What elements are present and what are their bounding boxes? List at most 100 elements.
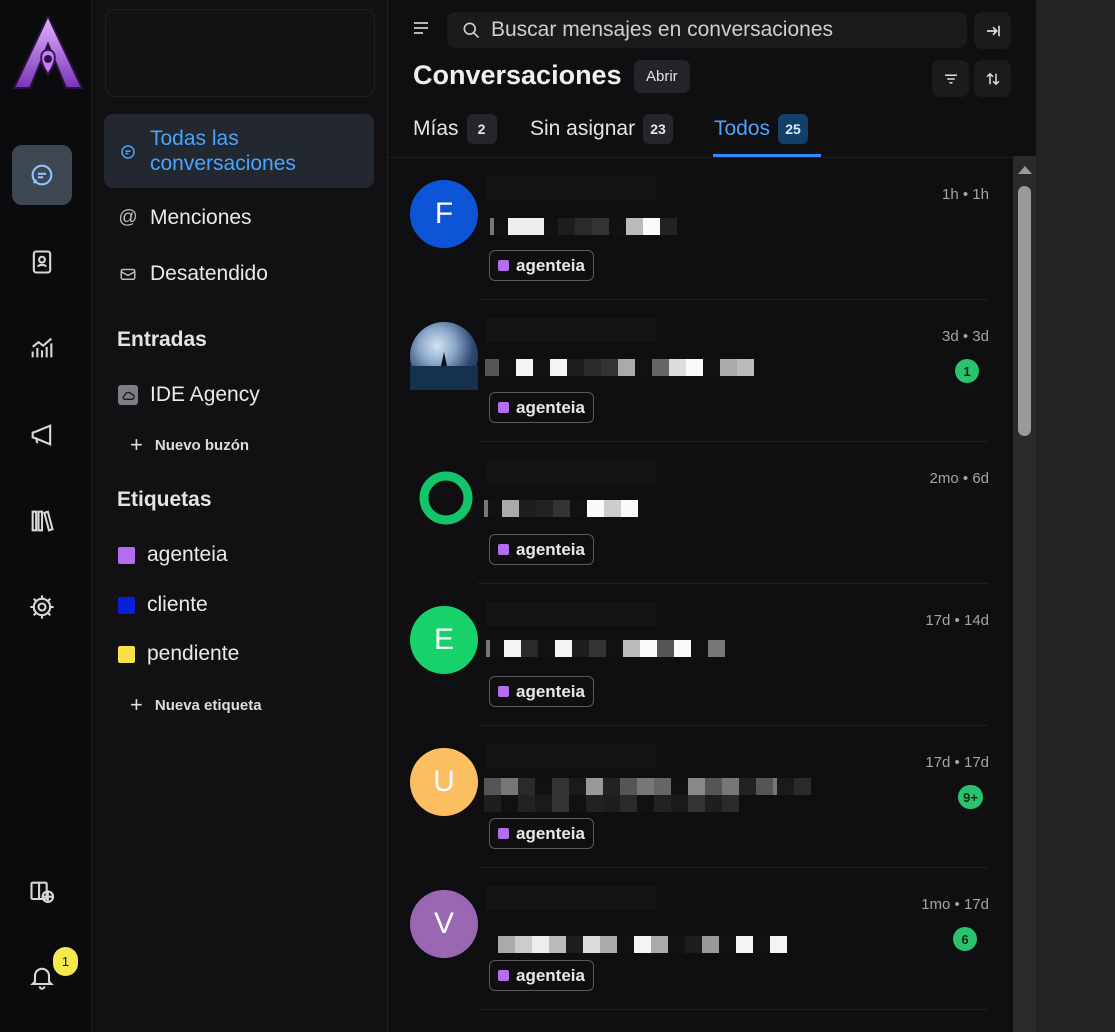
conversation-item[interactable]: F 1h • 1h agenteia	[388, 158, 1013, 300]
label-color-dot	[498, 260, 509, 271]
conversation-item[interactable]: 2mo • 6d agenteia	[388, 442, 1013, 584]
label-color-swatch	[118, 546, 135, 564]
tab-count: 23	[643, 114, 674, 144]
filter-button[interactable]	[932, 60, 969, 97]
inboxes-section-title: Entradas	[117, 328, 207, 351]
status-filter-button[interactable]: Abrir	[634, 60, 690, 93]
sidebar-item-mentions[interactable]: @ Menciones	[118, 206, 252, 230]
plus-icon: +	[130, 692, 143, 717]
tab-mine[interactable]: Mías 2	[413, 112, 497, 146]
conversation-item[interactable]: V 1mo • 17d 6 agenteia	[388, 868, 1013, 1010]
conversations-nav-button[interactable]	[12, 145, 72, 205]
divider	[478, 1009, 988, 1010]
contact-name-redacted	[486, 176, 656, 200]
label-color-dot	[498, 970, 509, 981]
filter-icon	[944, 74, 957, 83]
conversation-item[interactable]: E 17d • 14d agenteia	[388, 584, 1013, 726]
campaigns-nav-button[interactable]	[12, 405, 72, 465]
sort-icon	[985, 72, 1000, 85]
avatar-photo	[410, 322, 478, 390]
conversation-list-panel: Buscar mensajes en conversaciones Conver…	[388, 0, 1036, 1032]
sidebar-item-label: Desatendido	[150, 262, 268, 285]
conversation-label-tag[interactable]: agenteia	[489, 392, 594, 423]
message-preview-redacted	[484, 498, 638, 518]
sort-button[interactable]	[974, 60, 1011, 97]
sidebar-item-label: pendiente	[147, 642, 240, 665]
contact-book-icon	[32, 250, 52, 274]
plus-icon: +	[130, 432, 143, 457]
sidebar-item-inbox[interactable]: IDE Agency	[118, 383, 260, 407]
conversation-time: 3d • 3d	[942, 328, 989, 345]
page-title: Conversaciones	[413, 60, 622, 90]
search-bar[interactable]: Buscar mensajes en conversaciones	[447, 12, 967, 48]
conversation-label-tag[interactable]: agenteia	[489, 818, 594, 849]
library-nav-button[interactable]	[12, 491, 72, 551]
cloud-icon	[118, 385, 138, 405]
collapse-panel-button[interactable]	[974, 12, 1011, 49]
tab-all[interactable]: Todos 25	[714, 112, 809, 146]
label-color-swatch	[118, 596, 135, 614]
brand-logo[interactable]	[12, 14, 84, 90]
unread-count-badge: 9+	[958, 785, 983, 809]
megaphone-icon	[31, 424, 52, 446]
sidebar-item-label-pendiente[interactable]: pendiente	[118, 642, 239, 666]
avatar: V	[410, 890, 478, 958]
unread-count-badge: 6	[953, 927, 977, 951]
conversation-time: 1mo • 17d	[921, 896, 989, 913]
new-label-label: Nueva etiqueta	[154, 696, 262, 714]
tab-count: 25	[778, 114, 809, 144]
new-inbox-button[interactable]: + Nuevo buzón	[130, 432, 249, 458]
nav-rail: 1	[0, 0, 92, 1032]
conversation-detail-pane	[1036, 0, 1115, 1032]
settings-nav-button[interactable]	[12, 577, 72, 637]
chat-icon	[118, 142, 138, 162]
scroll-up-arrow-icon[interactable]	[1018, 166, 1032, 174]
menu-toggle-icon[interactable]	[412, 20, 430, 41]
sidebar-item-unattended[interactable]: Desatendido	[118, 262, 268, 286]
search-input[interactable]: Buscar mensajes en conversaciones	[491, 18, 833, 42]
conversation-item[interactable]: U 17d • 17d 9+ agenteia	[388, 726, 1013, 868]
sidebar-item-label-agenteia[interactable]: agenteia	[118, 543, 228, 567]
library-icon	[31, 510, 54, 532]
secondary-sidebar: Todas las conversaciones @ Menciones Des…	[92, 0, 388, 1032]
new-inbox-label: Nuevo buzón	[154, 436, 250, 454]
mail-open-icon	[118, 264, 138, 284]
avatar: U	[410, 748, 478, 816]
message-preview-redacted	[485, 357, 754, 377]
arrow-to-right-icon	[986, 25, 1000, 36]
contact-name-redacted	[486, 602, 656, 626]
reports-nav-button[interactable]	[12, 318, 72, 378]
label-text: agenteia	[516, 539, 585, 559]
conversation-time: 17d • 17d	[925, 754, 989, 771]
sidebar-item-label: agenteia	[147, 543, 228, 566]
help-center-icon	[30, 881, 55, 903]
unread-count-badge: 1	[955, 359, 979, 383]
label-color-dot	[498, 686, 509, 697]
conversation-label-tag[interactable]: agenteia	[489, 250, 594, 281]
chat-icon	[31, 164, 53, 186]
account-switcher[interactable]	[105, 9, 375, 97]
avatar: F	[410, 180, 478, 248]
bell-icon	[30, 967, 54, 990]
conversation-label-tag[interactable]: agenteia	[489, 534, 594, 565]
conversation-label-tag[interactable]: agenteia	[489, 676, 594, 707]
contact-name-redacted	[486, 886, 656, 910]
sidebar-item-label-cliente[interactable]: cliente	[118, 593, 208, 617]
conversation-time: 17d • 14d	[925, 612, 989, 629]
labels-section-title: Etiquetas	[117, 488, 212, 511]
label-text: agenteia	[516, 255, 585, 275]
contacts-nav-button[interactable]	[12, 232, 72, 292]
tab-unassigned[interactable]: Sin asignar 23	[530, 112, 674, 146]
help-center-nav-button[interactable]	[12, 862, 72, 922]
conversation-item[interactable]: 3d • 3d 1 agenteia	[388, 300, 1013, 442]
conversation-label-tag[interactable]: agenteia	[489, 960, 594, 991]
sidebar-item-all-conversations-label-wrap[interactable]: Todas las conversaciones	[118, 126, 340, 176]
label-text: agenteia	[516, 823, 585, 843]
sidebar-item-label: Todas las conversaciones	[150, 127, 296, 175]
new-label-button[interactable]: + Nueva etiqueta	[130, 692, 262, 718]
label-text: agenteia	[516, 397, 585, 417]
sidebar-item-label: Menciones	[150, 206, 252, 229]
label-color-dot	[498, 828, 509, 839]
conversation-time: 1h • 1h	[942, 186, 989, 203]
scrollbar-thumb[interactable]	[1018, 186, 1031, 436]
